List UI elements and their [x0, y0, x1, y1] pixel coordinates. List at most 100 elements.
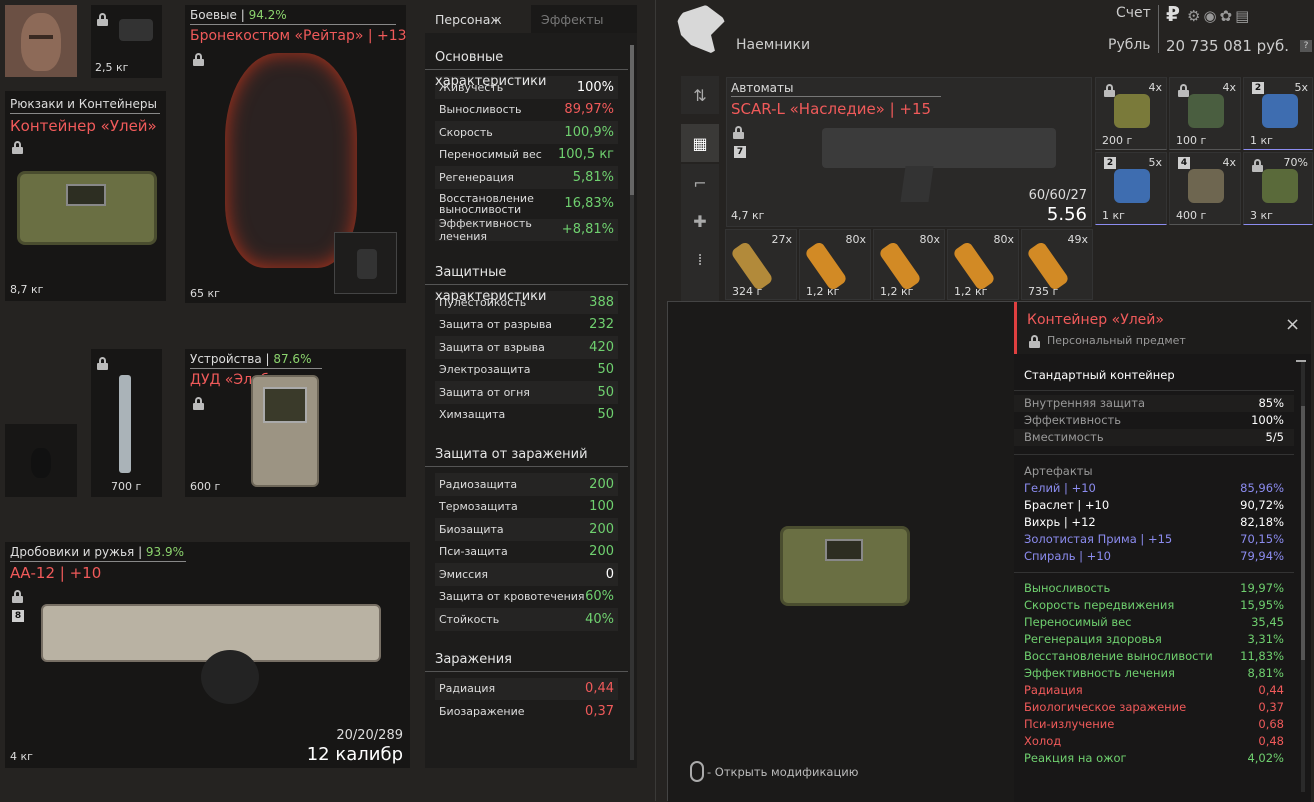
tab-character[interactable]: Персонаж [425, 5, 531, 33]
item-details-popup: - Открыть модификацию Контейнер «Улей» П… [667, 301, 1311, 802]
property-value: 19,97% [1240, 581, 1284, 595]
popup-scrollbar-thumb[interactable] [1301, 406, 1305, 660]
rifle-item[interactable]: Автоматы SCAR-L «Наследие» | +15 7 60/60… [726, 77, 1092, 227]
item-icon [1262, 94, 1298, 128]
lock-icon [1029, 335, 1040, 348]
item-weight: 1 кг [1102, 209, 1125, 222]
stat-row-label: Электрозащита [439, 363, 531, 377]
device-slot[interactable]: Устройства | 87.6% ДУД «Эльбрус» 600 г [185, 349, 406, 497]
stat-row-label: Биозащита [439, 522, 504, 536]
stats-scrollbar-thumb[interactable] [630, 45, 634, 195]
mouse-icon [690, 761, 704, 782]
property-row: Пси-излучение 0,68 [1014, 716, 1294, 733]
stat-row: Радиация 0,44 [435, 677, 618, 700]
item-icon [1114, 94, 1150, 128]
stat-row-label: Химзащита [439, 408, 506, 422]
main-stats-list: Живучесть 100% Выносливость 89,97% Скорость 1… [425, 76, 637, 243]
stat-row-value: 232 [589, 317, 614, 333]
inventory-item[interactable]: 5x 2 1 кг [1095, 152, 1167, 225]
stat-row: Химзащита 50 [435, 404, 618, 427]
stat-row-label: Пулестойкость [439, 295, 527, 309]
item-icon [1188, 94, 1224, 128]
stat-row: Защита от разрыва 232 [435, 314, 618, 337]
scroll-up-arrow-icon[interactable] [1296, 360, 1306, 362]
knife-slot[interactable]: 700 г [91, 349, 162, 497]
headgear-slot[interactable]: 2,5 кг [91, 5, 162, 78]
sort-button[interactable]: ⇅ [681, 76, 719, 114]
popup-title: Контейнер «Улей» [1027, 312, 1164, 328]
stat-row-value: 60% [585, 589, 614, 605]
help-icon[interactable]: ? [1300, 40, 1312, 52]
popup-preview: - Открыть модификацию [668, 302, 1014, 802]
property-label: Регенерация здоровья [1024, 632, 1162, 646]
popup-info: Контейнер «Улей» Персональный предмет × … [1014, 302, 1311, 802]
ammo-item[interactable]: 80x 1,2 кг [799, 229, 871, 300]
lock-icon [193, 53, 204, 66]
character-portrait[interactable] [5, 5, 77, 77]
property-value: 70,15% [1240, 532, 1284, 546]
armor-slot[interactable]: Боевые | 94.2% Бронекостюм «Рейтар» | +1… [185, 5, 407, 303]
detector-item-icon [251, 375, 319, 487]
property-label: Биологическое заражение [1024, 700, 1187, 714]
slot-category: Дробовики и ружья [10, 545, 135, 559]
inventory-item[interactable]: 5x 2 1 кг [1243, 77, 1313, 150]
filter-medkit-button[interactable]: ✚ [681, 202, 719, 240]
property-label: Скорость передвижения [1024, 598, 1175, 612]
primary-weapon-slot[interactable]: Дробовики и ружья | 93.9% АА-12 | +10 8 … [5, 542, 410, 768]
item-name: SCAR-L «Наследие» | +15 [731, 100, 932, 118]
item-icon [1188, 169, 1224, 203]
ammo-item[interactable]: 49x 735 г [1021, 229, 1093, 300]
stat-row-label: Выносливость [439, 103, 522, 117]
stats-panel: Персонаж Эффекты Основные характеристики… [425, 5, 637, 768]
stat-row-value: 5,81% [572, 169, 614, 185]
property-label: Выносливость [1024, 581, 1111, 595]
ammo-item[interactable]: 80x 1,2 кг [873, 229, 945, 300]
stat-row-value: 100 [589, 499, 614, 515]
stat-row: Переносимый вес 100,5 кг [435, 144, 618, 167]
property-row: Выносливость 19,97% [1014, 580, 1294, 597]
inventory-item[interactable]: 4x 100 г [1169, 77, 1241, 150]
property-row: Холод 0,48 [1014, 733, 1294, 750]
filter-misc-button[interactable] [681, 278, 719, 302]
armor-sub-slot[interactable] [334, 232, 397, 294]
artifacts-list: Гелий | +10 85,96% Браслет | +10 90,72% Вихр… [1014, 480, 1294, 565]
portrait-face [21, 13, 61, 71]
ammo-item[interactable]: 80x 1,2 кг [947, 229, 1019, 300]
property-value: 4,02% [1247, 751, 1284, 765]
slot-category: Боевые [190, 8, 237, 22]
slot-item-name: Контейнер «Улей» [10, 117, 157, 135]
item-count: 80x [845, 233, 866, 246]
property-row: Спираль | +10 79,94% [1014, 548, 1294, 565]
inventory-item[interactable]: 4x 200 г [1095, 77, 1167, 150]
backpack-slot[interactable]: Рюкзаки и Контейнеры Контейнер «Улей» 8,… [5, 91, 166, 301]
stat-row-label: Переносимый вес [439, 148, 542, 162]
lock-icon [733, 126, 744, 139]
stat-row-label: Живучесть [439, 80, 504, 94]
stat-row-value: 89,97% [564, 102, 614, 118]
close-icon[interactable]: × [1285, 314, 1300, 335]
property-row: Реакция на ожог 4,02% [1014, 750, 1294, 767]
item-count: 27x [771, 233, 792, 246]
contamination-stats-list: Радиозащита 200 Термозащита 100 Биозащита 200… [425, 473, 637, 631]
stat-row-label: Защита от кровотечения [439, 590, 585, 604]
property-label: Пси-излучение [1024, 717, 1115, 731]
item-weight: 1,2 кг [954, 285, 988, 298]
inventory-item[interactable]: 70% 3 кг [1243, 152, 1313, 225]
filter-weapons-button[interactable]: ⌐ [681, 164, 719, 202]
tab-effects[interactable]: Эффекты [531, 5, 637, 33]
effects-list: Выносливость 19,97% Скорость передвижения 1… [1014, 572, 1294, 767]
stat-row: Радиозащита 200 [435, 473, 618, 496]
stat-row: Скорость 100,9% [435, 121, 618, 144]
inventory-item[interactable]: 4x 4 400 г [1169, 152, 1241, 225]
grid-view-button[interactable]: ▦ [681, 124, 719, 162]
stat-row-value: 100% [576, 79, 614, 95]
pouch-slot[interactable] [5, 424, 77, 497]
stat-row: Термозащита 100 [435, 496, 618, 519]
filter-ammo-button[interactable]: ⁞ [681, 240, 719, 278]
ammo-item[interactable]: 27x 324 г [725, 229, 797, 300]
property-row: Браслет | +10 90,72% [1014, 497, 1294, 514]
property-value: 35,45 [1251, 615, 1284, 629]
stat-row-label: Регенерация [439, 170, 514, 184]
stat-row-value: 200 [589, 476, 614, 492]
item-weight: 3 кг [1250, 209, 1273, 222]
